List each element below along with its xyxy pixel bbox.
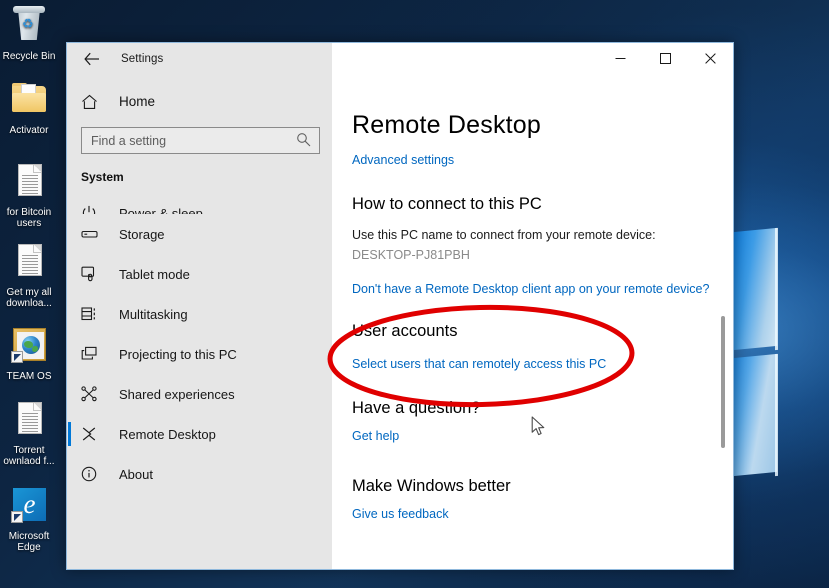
- content-scrollbar[interactable]: [717, 74, 728, 569]
- maximize-button[interactable]: [643, 43, 688, 74]
- back-arrow-icon: [84, 52, 99, 65]
- sidebar-item-remote-desktop[interactable]: Remote Desktop: [67, 414, 332, 454]
- sidebar-item-label: Remote Desktop: [119, 426, 216, 442]
- make-windows-better-heading: Make Windows better: [352, 477, 511, 495]
- desktop-icon-microsoft-edge[interactable]: e Microsoft Edge: [0, 484, 58, 553]
- sidebar-section-label: System: [81, 170, 124, 184]
- shared-experiences-icon: [81, 386, 107, 402]
- window-body: Home System: [67, 74, 733, 569]
- sidebar-item-label: Tablet mode: [119, 266, 190, 282]
- desktop-icon-recycle-bin[interactable]: ♻ Recycle Bin: [0, 4, 58, 62]
- minimize-icon: [615, 58, 626, 59]
- desktop-icon-label: for Bitcoin users: [6, 207, 52, 229]
- folder-icon: [5, 78, 53, 122]
- window-title: Settings: [121, 52, 164, 65]
- globe-shortcut-icon: [5, 324, 53, 368]
- desktop-icon-activator[interactable]: Activator: [0, 78, 58, 136]
- home-icon: [81, 94, 107, 110]
- how-to-connect-heading: How to connect to this PC: [352, 195, 542, 213]
- remote-desktop-icon: [81, 426, 107, 442]
- edge-shortcut-icon: e: [5, 484, 53, 528]
- sidebar-item-multitasking[interactable]: Multitasking: [67, 294, 332, 334]
- settings-window: Settings Home Find a setting System Powe…: [66, 42, 734, 570]
- sidebar-home-label: Home: [119, 94, 156, 109]
- give-us-feedback-link[interactable]: Give us feedback: [352, 507, 449, 521]
- multitasking-icon: [81, 306, 107, 322]
- info-icon: [81, 466, 107, 482]
- page-title: Remote Desktop: [352, 111, 541, 139]
- remote-desktop-client-app-link[interactable]: Don't have a Remote Desktop client app o…: [352, 282, 709, 296]
- get-help-link[interactable]: Get help: [352, 429, 399, 443]
- desktop-icon-label: Torrent ownlaod f...: [3, 445, 55, 467]
- window-titlebar: Settings: [67, 43, 733, 74]
- minimize-button[interactable]: [598, 43, 643, 74]
- search-box: [81, 127, 320, 154]
- desktop-icon-torrent-download-file[interactable]: Torrent ownlaod f...: [0, 398, 58, 467]
- window-controls: [332, 43, 733, 74]
- sidebar-item-tablet-mode[interactable]: Tablet mode: [67, 254, 332, 294]
- sidebar-item-label: Storage: [119, 226, 165, 242]
- document-icon: [5, 398, 53, 442]
- how-to-connect-description: Use this PC name to connect from your re…: [352, 228, 656, 242]
- search-input[interactable]: [81, 127, 320, 154]
- close-button[interactable]: [688, 43, 733, 74]
- storage-icon: [81, 227, 107, 241]
- select-users-link[interactable]: Select users that can remotely access th…: [352, 357, 606, 371]
- titlebar-left-region: Settings: [67, 43, 332, 74]
- sidebar-item-label: Multitasking: [119, 306, 188, 322]
- windows-logo-wallpaper: [733, 224, 829, 524]
- sidebar-item-label: About: [119, 466, 153, 482]
- close-icon: [705, 53, 716, 64]
- shortcut-arrow-icon: [11, 351, 23, 363]
- pc-name-value: DESKTOP-PJ81PBH: [352, 248, 470, 262]
- sidebar-item-power-and-sleep[interactable]: Power & sleep: [67, 188, 332, 214]
- back-button[interactable]: [79, 46, 105, 72]
- desktop-icon-team-os[interactable]: TEAM OS: [0, 324, 58, 382]
- sidebar-item-label: Shared experiences: [119, 386, 235, 402]
- desktop-icon-get-my-all-download[interactable]: Get my all downloa...: [0, 240, 58, 309]
- desktop-icon-label: Microsoft Edge: [8, 531, 50, 553]
- recycle-bin-icon: ♻: [5, 4, 53, 48]
- desktop-icon-label: Get my all downloa...: [6, 287, 52, 309]
- tablet-icon: [81, 266, 107, 282]
- document-icon: [5, 240, 53, 284]
- sidebar-item-storage[interactable]: Storage: [67, 214, 332, 254]
- sidebar-item-about[interactable]: About: [67, 454, 332, 494]
- maximize-icon: [660, 53, 671, 64]
- user-accounts-heading: User accounts: [352, 322, 458, 340]
- have-a-question-heading: Have a question?: [352, 399, 481, 417]
- power-icon: [81, 205, 107, 214]
- desktop-icon-label: Recycle Bin: [2, 51, 56, 62]
- projecting-icon: [81, 346, 107, 362]
- desktop-icon-label: Activator: [9, 125, 49, 136]
- sidebar-item-home[interactable]: Home: [67, 83, 332, 120]
- sidebar-item-label: Power & sleep: [119, 206, 203, 214]
- shortcut-arrow-icon: [11, 511, 23, 523]
- scrollbar-thumb[interactable]: [721, 316, 725, 448]
- desktop-icon-label: TEAM OS: [6, 371, 52, 382]
- document-icon: [5, 160, 53, 204]
- sidebar-item-shared-experiences[interactable]: Shared experiences: [67, 374, 332, 414]
- sidebar-nav-list: Power & sleep Storage Tablet mode Multit…: [67, 188, 332, 569]
- advanced-settings-link[interactable]: Advanced settings: [352, 153, 454, 167]
- settings-content-pane: Remote Desktop Advanced settings How to …: [332, 74, 733, 569]
- sidebar-item-projecting-to-this-pc[interactable]: Projecting to this PC: [67, 334, 332, 374]
- settings-sidebar: Home System: [67, 74, 332, 569]
- sidebar-item-label: Projecting to this PC: [119, 346, 237, 362]
- desktop-icon-for-bitcoin-users[interactable]: for Bitcoin users: [0, 160, 58, 229]
